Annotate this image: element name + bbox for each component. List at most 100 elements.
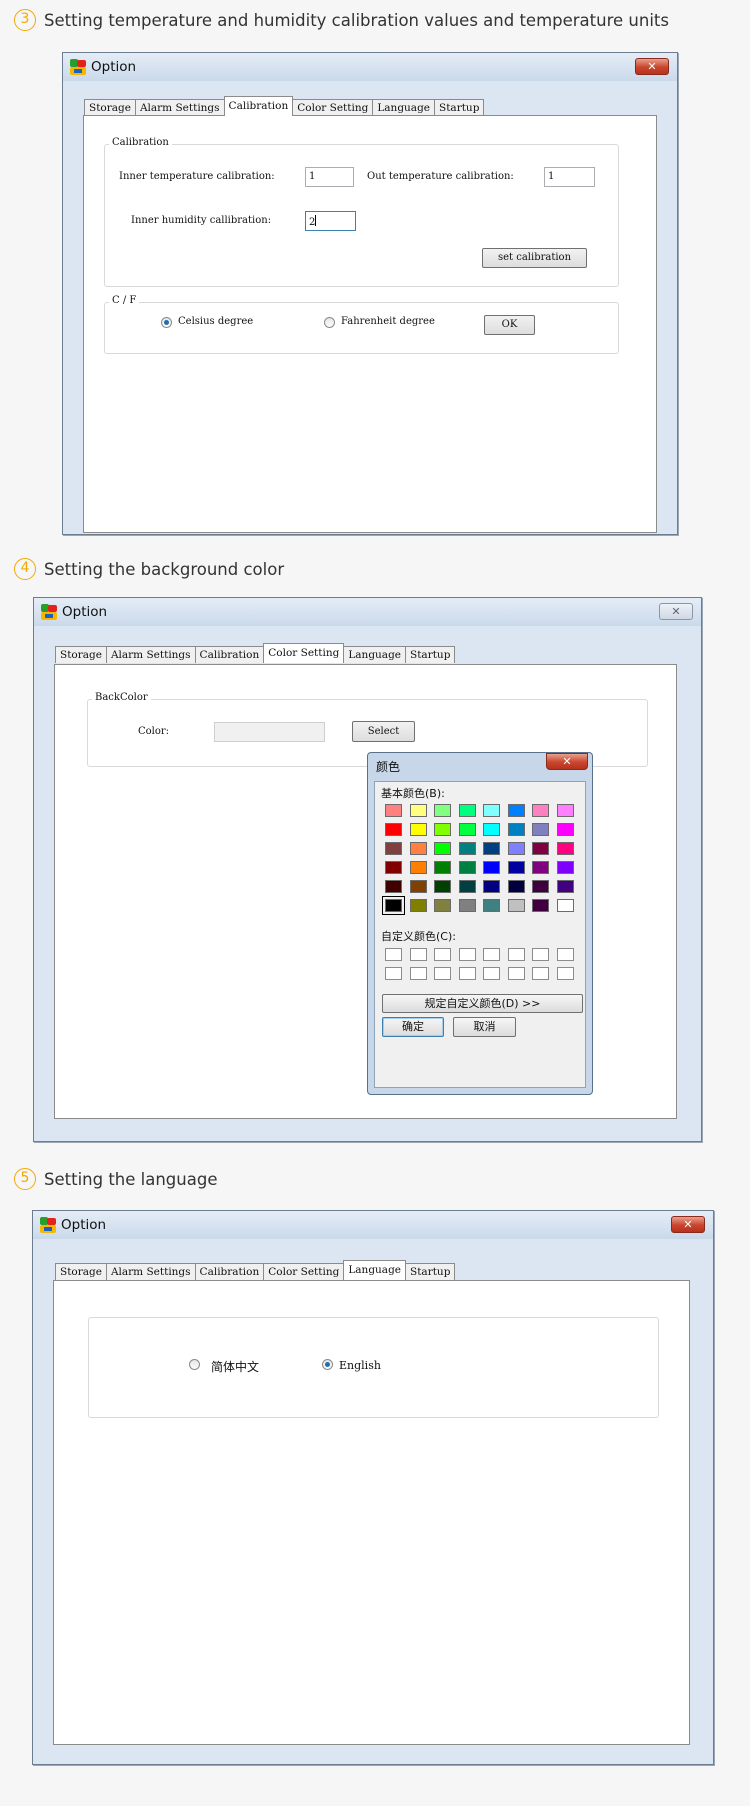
custom-color-swatch[interactable] (434, 948, 451, 961)
basic-color-swatch[interactable] (532, 880, 549, 893)
tab-color-setting[interactable]: Color Setting (292, 99, 374, 116)
basic-color-swatch[interactable] (556, 861, 574, 874)
basic-color-swatch[interactable] (434, 861, 451, 874)
custom-color-swatch[interactable] (434, 967, 451, 980)
basic-color-swatch[interactable] (409, 823, 427, 836)
tab-startup[interactable]: Startup (434, 99, 485, 116)
tab-calibration[interactable]: Calibration (223, 96, 294, 116)
custom-color-swatch[interactable] (385, 967, 402, 980)
dialog-ok-button[interactable]: 确定 (382, 1017, 444, 1037)
dialog-cancel-button[interactable]: 取消 (453, 1017, 516, 1037)
basic-color-swatch[interactable] (483, 842, 500, 855)
tab-alarm-settings[interactable]: Alarm Settings (105, 1263, 196, 1280)
tab-language[interactable]: Language (343, 646, 407, 663)
language-radio-english[interactable] (322, 1359, 333, 1370)
basic-color-swatch[interactable] (507, 842, 525, 855)
basic-color-swatch[interactable] (458, 880, 476, 893)
close-button[interactable]: ✕ (635, 58, 669, 75)
custom-color-swatch[interactable] (483, 948, 500, 961)
custom-color-swatch[interactable] (532, 967, 549, 980)
language-radio-chinese[interactable] (189, 1359, 200, 1370)
custom-color-swatch[interactable] (483, 967, 500, 980)
basic-color-swatch[interactable] (458, 861, 476, 874)
close-button[interactable]: ✕ (659, 603, 693, 620)
tab-language[interactable]: Language (343, 1260, 407, 1280)
out-temp-input[interactable]: 1 (544, 167, 595, 187)
custom-color-swatch[interactable] (409, 967, 427, 980)
tab-alarm-settings[interactable]: Alarm Settings (134, 99, 225, 116)
basic-color-swatch[interactable] (409, 842, 427, 855)
basic-color-swatch[interactable] (458, 804, 476, 817)
tab-startup[interactable]: Startup (405, 646, 456, 663)
basic-color-swatch[interactable] (507, 899, 525, 912)
tab-language[interactable]: Language (372, 99, 436, 116)
inner-humidity-input[interactable]: 2 (305, 211, 356, 231)
fahrenheit-radio[interactable] (324, 317, 335, 328)
set-calibration-button[interactable]: set calibration (482, 248, 587, 268)
basic-color-swatch[interactable] (483, 804, 500, 817)
basic-color-swatch[interactable] (507, 823, 525, 836)
basic-color-swatch[interactable] (532, 842, 549, 855)
tab-alarm-settings[interactable]: Alarm Settings (105, 646, 196, 663)
basic-color-swatch[interactable] (483, 880, 500, 893)
basic-color-swatch[interactable] (409, 804, 427, 817)
basic-color-swatch[interactable] (556, 804, 574, 817)
basic-color-swatch[interactable] (409, 899, 427, 912)
basic-color-swatch[interactable] (532, 823, 549, 836)
basic-color-swatch[interactable] (458, 842, 476, 855)
basic-color-swatch[interactable] (458, 899, 476, 912)
custom-color-swatch[interactable] (409, 948, 427, 961)
custom-color-swatch[interactable] (458, 967, 476, 980)
basic-color-swatch[interactable] (483, 899, 500, 912)
basic-color-swatch[interactable] (434, 804, 451, 817)
basic-color-swatch[interactable] (385, 842, 402, 855)
language-label-english: English (339, 1359, 381, 1372)
basic-color-swatch[interactable] (507, 880, 525, 893)
basic-color-swatch[interactable] (385, 823, 402, 836)
tab-storage[interactable]: Storage (55, 646, 107, 663)
basic-color-swatch[interactable] (382, 896, 405, 915)
basic-color-swatch[interactable] (409, 861, 427, 874)
basic-color-swatch[interactable] (458, 823, 476, 836)
basic-color-swatch[interactable] (434, 823, 451, 836)
custom-color-swatch[interactable] (507, 967, 525, 980)
tab-calibration[interactable]: Calibration (194, 1263, 265, 1280)
tab-calibration[interactable]: Calibration (194, 646, 265, 663)
close-button[interactable]: ✕ (671, 1216, 705, 1233)
custom-color-swatch[interactable] (385, 948, 402, 961)
custom-color-swatch[interactable] (532, 948, 549, 961)
basic-color-swatch[interactable] (434, 899, 451, 912)
basic-color-swatch[interactable] (385, 804, 402, 817)
custom-color-swatch[interactable] (556, 967, 574, 980)
custom-color-swatch[interactable] (458, 948, 476, 961)
ok-button[interactable]: OK (484, 315, 535, 335)
tab-color-setting[interactable]: Color Setting (263, 643, 345, 663)
custom-color-swatch[interactable] (556, 948, 574, 961)
basic-color-swatch[interactable] (434, 880, 451, 893)
basic-color-swatch[interactable] (483, 823, 500, 836)
basic-color-swatch[interactable] (532, 861, 549, 874)
basic-color-swatch[interactable] (385, 880, 402, 893)
basic-color-swatch[interactable] (507, 861, 525, 874)
basic-color-swatch[interactable] (556, 899, 574, 912)
custom-color-swatch[interactable] (507, 948, 525, 961)
inner-temp-input[interactable]: 1 (305, 167, 354, 187)
basic-color-swatch[interactable] (556, 842, 574, 855)
basic-color-swatch[interactable] (556, 880, 574, 893)
basic-color-swatch[interactable] (385, 861, 402, 874)
basic-color-swatch[interactable] (532, 899, 549, 912)
basic-color-swatch[interactable] (434, 842, 451, 855)
tab-storage[interactable]: Storage (55, 1263, 107, 1280)
define-custom-colors-button[interactable]: 规定自定义颜色(D) >> (382, 994, 583, 1013)
basic-color-swatch[interactable] (532, 804, 549, 817)
tab-storage[interactable]: Storage (84, 99, 136, 116)
tab-color-setting[interactable]: Color Setting (263, 1263, 345, 1280)
dialog-close-button[interactable]: ✕ (546, 753, 588, 770)
select-color-button[interactable]: Select (352, 721, 415, 742)
tab-startup[interactable]: Startup (405, 1263, 456, 1280)
celsius-radio[interactable] (161, 317, 172, 328)
basic-color-swatch[interactable] (556, 823, 574, 836)
basic-color-swatch[interactable] (507, 804, 525, 817)
basic-color-swatch[interactable] (483, 861, 500, 874)
basic-color-swatch[interactable] (409, 880, 427, 893)
